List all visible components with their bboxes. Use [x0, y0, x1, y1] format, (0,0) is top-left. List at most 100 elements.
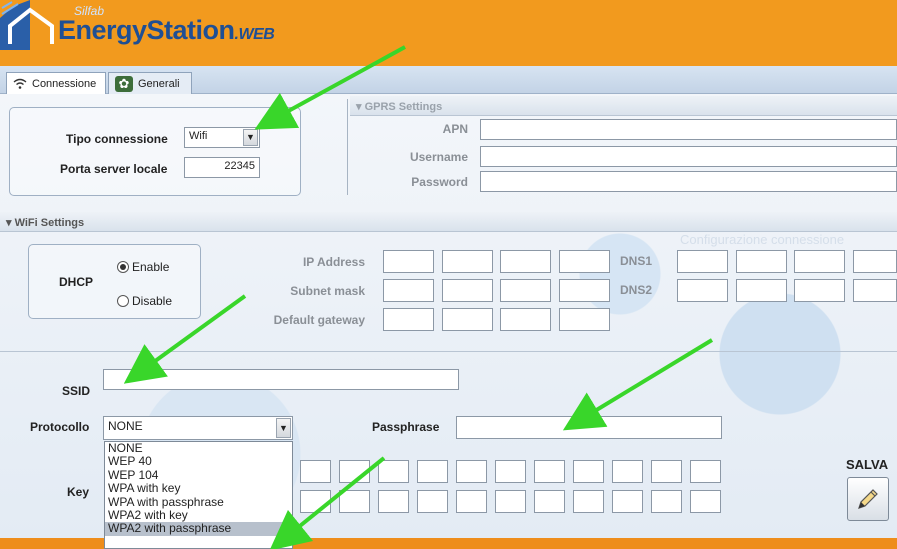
ip-address-label: IP Address: [302, 255, 365, 269]
apn-input[interactable]: [480, 119, 897, 140]
gateway-octet-input[interactable]: [559, 308, 610, 331]
protocol-option[interactable]: WEP 104: [105, 468, 292, 482]
tab-bar: Connessione ✿ Generali: [0, 66, 897, 95]
dns2-octet-input[interactable]: [794, 279, 845, 302]
dns1-octet-input[interactable]: [677, 250, 728, 273]
dns2-label: DNS2: [620, 283, 653, 297]
key-byte-input[interactable]: [573, 460, 604, 483]
protocol-label: Protocollo: [30, 420, 90, 434]
wifi-settings-title: WiFi Settings: [14, 217, 85, 229]
dns2-octet-input[interactable]: [677, 279, 728, 302]
key-byte-input[interactable]: [378, 460, 409, 483]
gprs-settings-header[interactable]: ▾ GPRS Settings: [350, 96, 897, 116]
protocol-option[interactable]: WPA with passphrase: [105, 495, 292, 509]
key-byte-input[interactable]: [300, 490, 331, 513]
key-byte-input[interactable]: [417, 490, 448, 513]
ip-octet-input[interactable]: [559, 250, 610, 273]
key-byte-input[interactable]: [378, 490, 409, 513]
dns1-octet-input[interactable]: [794, 250, 845, 273]
key-byte-input[interactable]: [456, 460, 487, 483]
ssid-input[interactable]: [103, 369, 459, 390]
save-label: SALVA: [846, 457, 889, 472]
chevron-down-icon[interactable]: ▼: [243, 129, 258, 146]
subnet-octet-input[interactable]: [559, 279, 610, 302]
wifi-icon: [13, 78, 27, 89]
collapse-triangle-icon: ▾: [356, 101, 365, 113]
app-header: Silfab EnergyStation.WEB: [0, 0, 897, 66]
protocol-option[interactable]: NONE: [105, 441, 292, 455]
protocol-option[interactable]: WPA with key: [105, 481, 292, 495]
subnet-octet-input[interactable]: [500, 279, 551, 302]
key-byte-input[interactable]: [300, 460, 331, 483]
ip-octet-input[interactable]: [500, 250, 551, 273]
default-gateway-label: Default gateway: [273, 313, 365, 327]
key-byte-input[interactable]: [612, 490, 643, 513]
gateway-octet-input[interactable]: [500, 308, 551, 331]
key-byte-input[interactable]: [417, 460, 448, 483]
key-byte-input[interactable]: [456, 490, 487, 513]
connection-type-group: [9, 107, 301, 196]
local-port-label: Porta server locale: [60, 162, 168, 176]
key-byte-input[interactable]: [339, 460, 370, 483]
ssid-label: SSID: [62, 384, 91, 398]
key-byte-input[interactable]: [573, 490, 604, 513]
collapse-triangle-icon: ▾: [6, 217, 15, 229]
connection-type-label: Tipo connessione: [66, 132, 168, 146]
username-label: Username: [409, 150, 468, 164]
key-byte-input[interactable]: [651, 460, 682, 483]
key-byte-input[interactable]: [534, 460, 565, 483]
protocol-option-highlighted[interactable]: WPA2 with passphrase: [105, 522, 292, 536]
key-byte-input[interactable]: [339, 490, 370, 513]
local-port-value: 22345: [224, 160, 255, 172]
protocol-option[interactable]: WPA2 with key: [105, 508, 292, 522]
tab-connessione-label: Connessione: [32, 78, 97, 90]
tab-generali[interactable]: ✿ Generali: [108, 72, 192, 94]
protocol-value: NONE: [108, 419, 143, 433]
password-label: Password: [411, 175, 468, 189]
dhcp-enable-radio[interactable]: Enable: [117, 260, 169, 274]
username-input[interactable]: [480, 146, 897, 167]
passphrase-input[interactable]: [456, 416, 722, 439]
key-byte-input[interactable]: [690, 490, 721, 513]
protocol-option[interactable]: WEP 40: [105, 455, 292, 468]
section-divider: [0, 351, 897, 352]
tab-connessione[interactable]: Connessione: [6, 72, 106, 95]
key-byte-input[interactable]: [690, 460, 721, 483]
connection-type-select[interactable]: Wifi ▼: [184, 127, 260, 148]
ip-octet-input[interactable]: [383, 250, 434, 273]
subnet-octet-input[interactable]: [383, 279, 434, 302]
key-byte-input[interactable]: [495, 490, 526, 513]
key-byte-input[interactable]: [534, 490, 565, 513]
tab-generali-label: Generali: [138, 77, 180, 90]
gateway-octet-input[interactable]: [383, 308, 434, 331]
wifi-settings-header[interactable]: ▾ WiFi Settings: [0, 212, 897, 232]
dns1-label: DNS1: [620, 254, 653, 268]
password-input[interactable]: [480, 171, 897, 192]
apn-label: APN: [442, 122, 468, 136]
house-logo-icon: [0, 0, 54, 50]
dhcp-label: DHCP: [59, 275, 94, 289]
radio-selected-icon: [117, 261, 129, 273]
gprs-settings-title: GPRS Settings: [364, 101, 443, 113]
key-byte-input[interactable]: [651, 490, 682, 513]
gateway-octet-input[interactable]: [442, 308, 493, 331]
ip-octet-input[interactable]: [442, 250, 493, 273]
dhcp-disable-radio[interactable]: Disable: [117, 294, 172, 308]
dns2-octet-input[interactable]: [853, 279, 897, 302]
dns1-octet-input[interactable]: [853, 250, 897, 273]
dhcp-disable-label: Disable: [132, 294, 173, 308]
passphrase-label: Passphrase: [372, 420, 440, 434]
protocol-dropdown-list[interactable]: NONE WEP 40 WEP 104 WPA with key WPA wit…: [104, 441, 293, 549]
save-button[interactable]: [847, 477, 889, 521]
dns2-octet-input[interactable]: [736, 279, 787, 302]
dhcp-group: [28, 244, 201, 319]
chevron-down-icon[interactable]: ▼: [276, 418, 291, 438]
connection-type-value: Wifi: [189, 130, 208, 142]
subnet-octet-input[interactable]: [442, 279, 493, 302]
dns1-octet-input[interactable]: [736, 250, 787, 273]
protocol-select[interactable]: NONE ▼: [103, 416, 293, 440]
local-port-input[interactable]: 22345: [184, 157, 260, 178]
gear-icon: ✿: [115, 75, 133, 92]
key-byte-input[interactable]: [495, 460, 526, 483]
key-byte-input[interactable]: [612, 460, 643, 483]
